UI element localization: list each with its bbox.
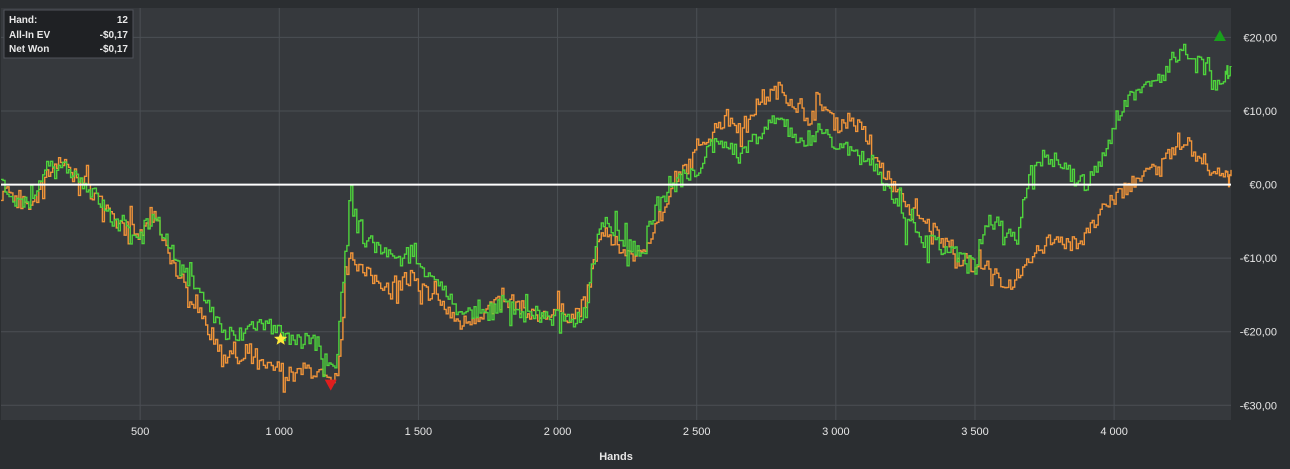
bankroll-chart: 500 1 000 1 500 2 000 2 500 3 000 3 500 4 000 €…: [0, 0, 1290, 469]
info-net-won-label: Net Won: [9, 44, 49, 55]
info-box: Hand: 12 All-In EV -$0,17 Net Won -$0,17: [3, 9, 134, 59]
x-tick-label: 500: [131, 426, 149, 438]
y-tick-label: -€10,00: [1240, 253, 1277, 265]
y-tick-label: €20,00: [1243, 32, 1277, 44]
info-hand-value: 12: [117, 15, 129, 26]
y-tick-label: €0,00: [1249, 180, 1277, 192]
y-tick-label: -€20,00: [1240, 327, 1277, 339]
x-tick-label: 1 000: [266, 426, 294, 438]
plot-area: [1, 8, 1231, 420]
info-hand-label: Hand:: [9, 15, 37, 26]
x-tick-label: 3 500: [961, 426, 989, 438]
info-allin-ev-label: All-In EV: [9, 30, 50, 41]
x-axis-title: Hands: [599, 451, 633, 463]
x-tick-label: 2 500: [683, 426, 711, 438]
x-tick-label: 2 000: [544, 426, 572, 438]
x-tick-label: 4 000: [1100, 426, 1128, 438]
y-tick-label: -€30,00: [1240, 400, 1277, 412]
y-tick-label: €10,00: [1243, 106, 1277, 118]
x-tick-label: 1 500: [405, 426, 433, 438]
x-tick-label: 3 000: [822, 426, 850, 438]
info-net-won-value: -$0,17: [100, 44, 129, 55]
info-allin-ev-value: -$0,17: [100, 30, 129, 41]
